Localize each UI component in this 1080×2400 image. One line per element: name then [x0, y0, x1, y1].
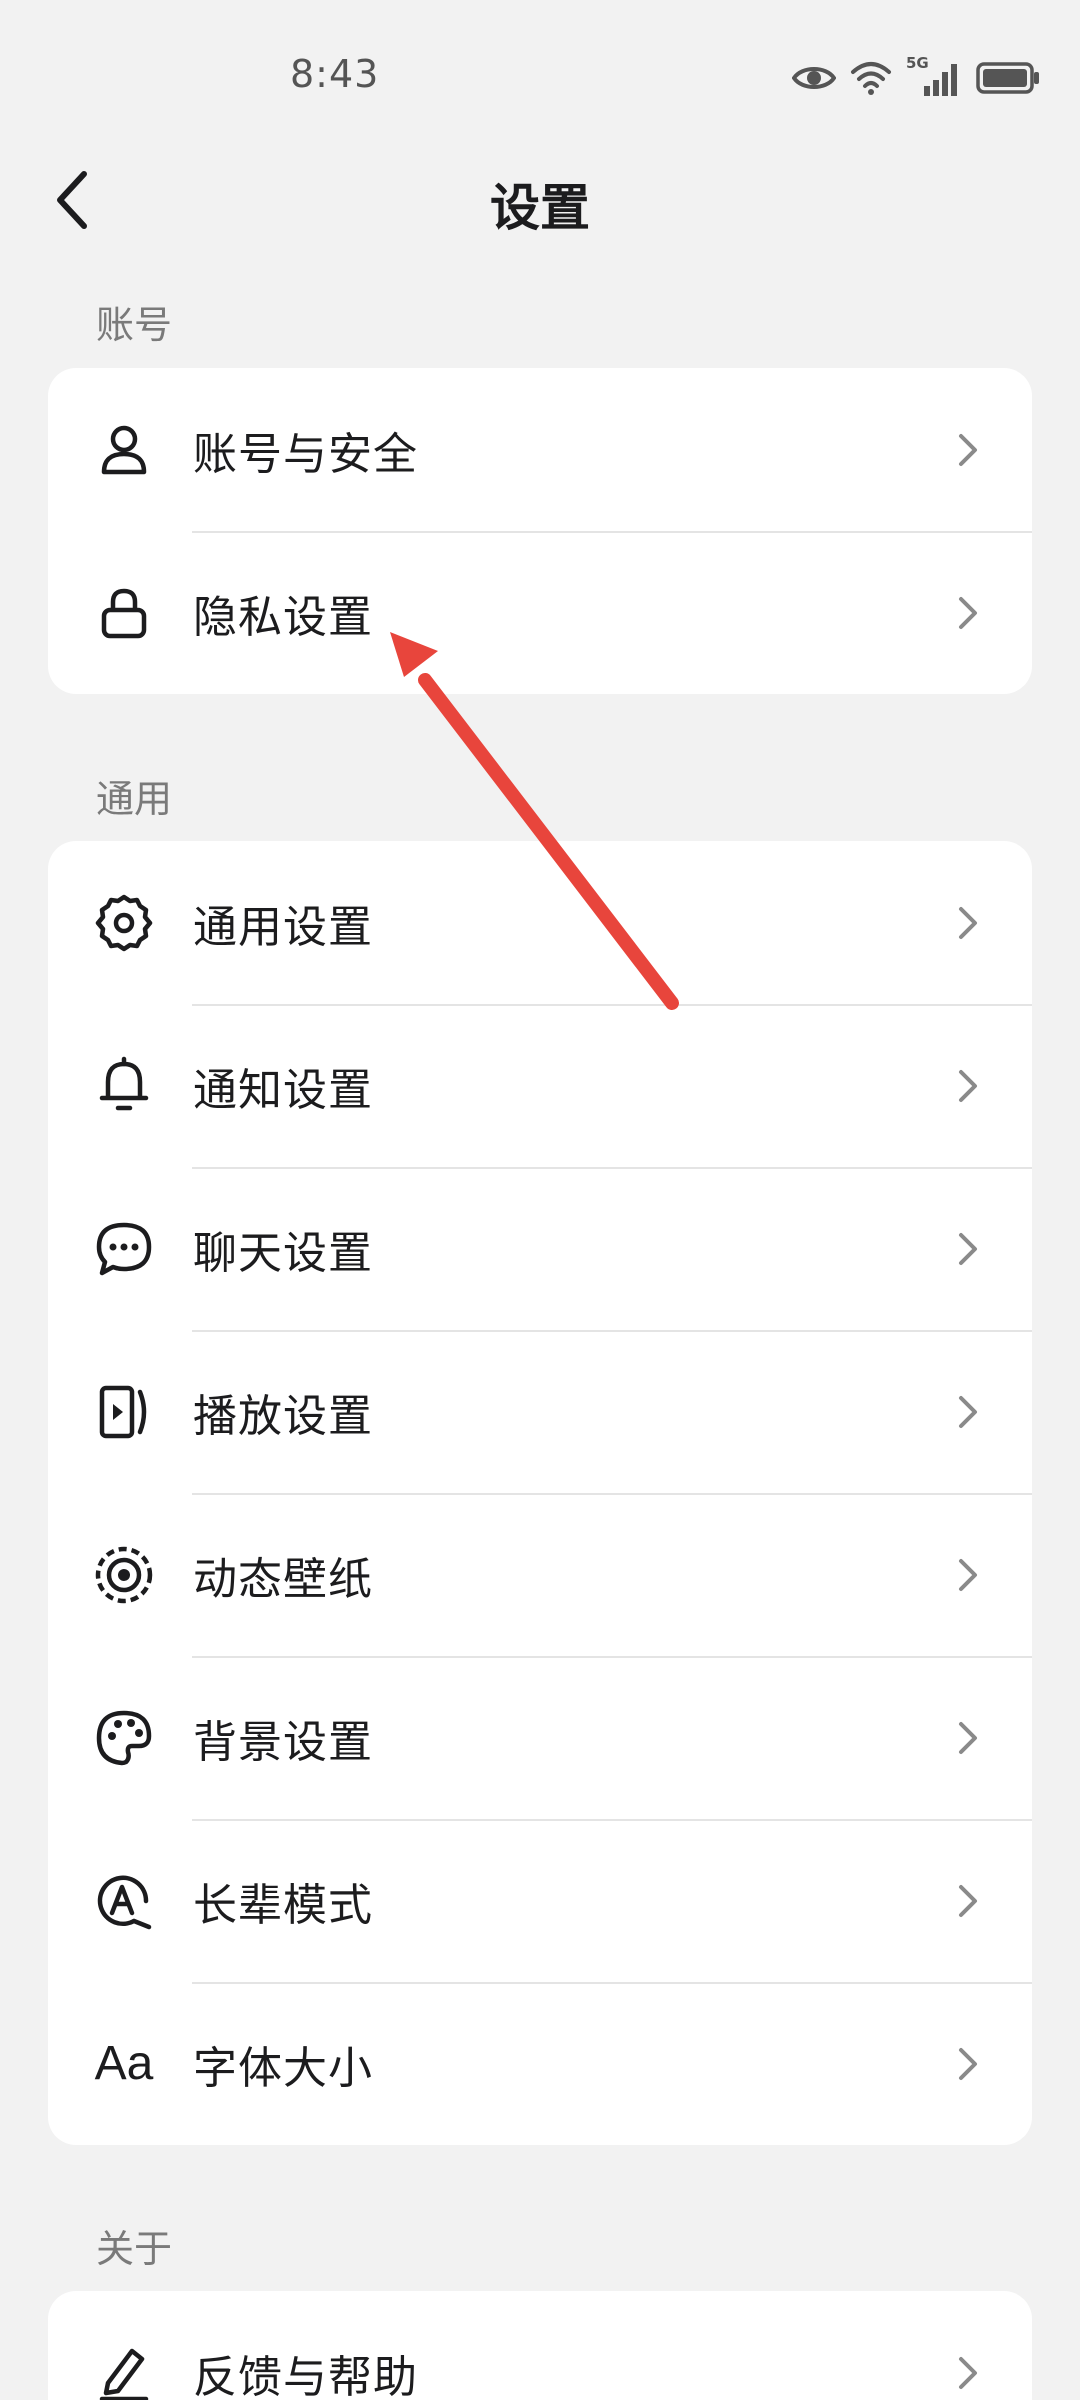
chevron-right-icon — [948, 1881, 988, 1921]
status-bar: 8:43 5G — [0, 0, 1080, 140]
settings-item-label: 背景设置 — [193, 1716, 373, 1768]
chevron-right-icon — [948, 1229, 988, 1269]
edit-pen-icon — [92, 2341, 156, 2400]
settings-item-label: 动态壁纸 — [193, 1553, 373, 1605]
chevron-right-icon — [948, 2044, 988, 2084]
navigation-bar: 设置 — [0, 140, 1080, 260]
gear-icon — [92, 891, 156, 955]
settings-item-label: 播放设置 — [193, 1390, 373, 1442]
settings-item-background[interactable]: 背景设置 — [48, 1656, 1032, 1819]
cellular-signal-icon: 5G — [906, 54, 962, 98]
settings-item-label: 账号与安全 — [193, 428, 418, 480]
account-settings-group: 账号与安全 隐私设置 — [48, 368, 1032, 694]
user-icon — [92, 418, 156, 482]
settings-item-label: 字体大小 — [193, 2042, 373, 2094]
play-icon — [92, 1380, 156, 1444]
chevron-right-icon — [948, 430, 988, 470]
font-size-icon: Aa — [92, 2032, 156, 2096]
chevron-right-icon — [948, 1066, 988, 1106]
chat-bubble-icon — [92, 1217, 156, 1281]
settings-item-label: 反馈与帮助 — [193, 2351, 418, 2400]
lock-icon — [92, 581, 156, 645]
settings-item-account-security[interactable]: 账号与安全 — [48, 368, 1032, 531]
bell-icon — [92, 1054, 156, 1118]
elder-mode-icon — [92, 1869, 156, 1933]
chevron-right-icon — [948, 1392, 988, 1432]
settings-item-playback[interactable]: 播放设置 — [48, 1330, 1032, 1493]
settings-item-label: 通知设置 — [193, 1064, 373, 1116]
settings-screen: 8:43 5G 设置 账号 账号与安全 隐私设置 通用 通用设置 通知设置 聊天… — [0, 0, 1080, 2400]
chevron-right-icon — [948, 1718, 988, 1758]
chevron-right-icon — [948, 2353, 988, 2393]
settings-item-chat[interactable]: 聊天设置 — [48, 1167, 1032, 1330]
settings-item-notification[interactable]: 通知设置 — [48, 1004, 1032, 1167]
settings-item-label: 隐私设置 — [193, 591, 373, 643]
eye-icon — [792, 63, 836, 93]
section-header-about: 关于 — [96, 2227, 173, 2271]
battery-icon — [976, 61, 1040, 95]
settings-item-live-wallpaper[interactable]: 动态壁纸 — [48, 1493, 1032, 1656]
settings-item-general[interactable]: 通用设置 — [48, 841, 1032, 1004]
status-time: 8:43 — [290, 52, 380, 96]
settings-item-elder-mode[interactable]: 长辈模式 — [48, 1819, 1032, 1982]
settings-item-privacy[interactable]: 隐私设置 — [48, 531, 1032, 694]
settings-item-label: 长辈模式 — [193, 1879, 373, 1931]
general-settings-group: 通用设置 通知设置 聊天设置 播放设置 动态壁纸 背景设置 长辈模式 Aa 字体… — [48, 841, 1032, 2145]
settings-item-feedback-help[interactable]: 反馈与帮助 — [48, 2291, 1032, 2400]
section-header-account: 账号 — [96, 303, 173, 347]
chevron-right-icon — [948, 593, 988, 633]
status-icons: 5G — [792, 54, 1040, 100]
settings-item-label: 聊天设置 — [193, 1227, 373, 1279]
page-title: 设置 — [490, 179, 590, 237]
settings-item-font-size[interactable]: Aa 字体大小 — [48, 1982, 1032, 2145]
font-size-icon-text: Aa — [94, 2037, 154, 2090]
wifi-icon — [850, 60, 892, 96]
about-settings-group: 反馈与帮助 — [48, 2291, 1032, 2400]
chevron-right-icon — [948, 903, 988, 943]
section-header-general: 通用 — [96, 777, 173, 821]
settings-item-label: 通用设置 — [193, 901, 373, 953]
chevron-right-icon — [948, 1555, 988, 1595]
live-wallpaper-icon — [92, 1543, 156, 1607]
palette-icon — [92, 1706, 156, 1770]
